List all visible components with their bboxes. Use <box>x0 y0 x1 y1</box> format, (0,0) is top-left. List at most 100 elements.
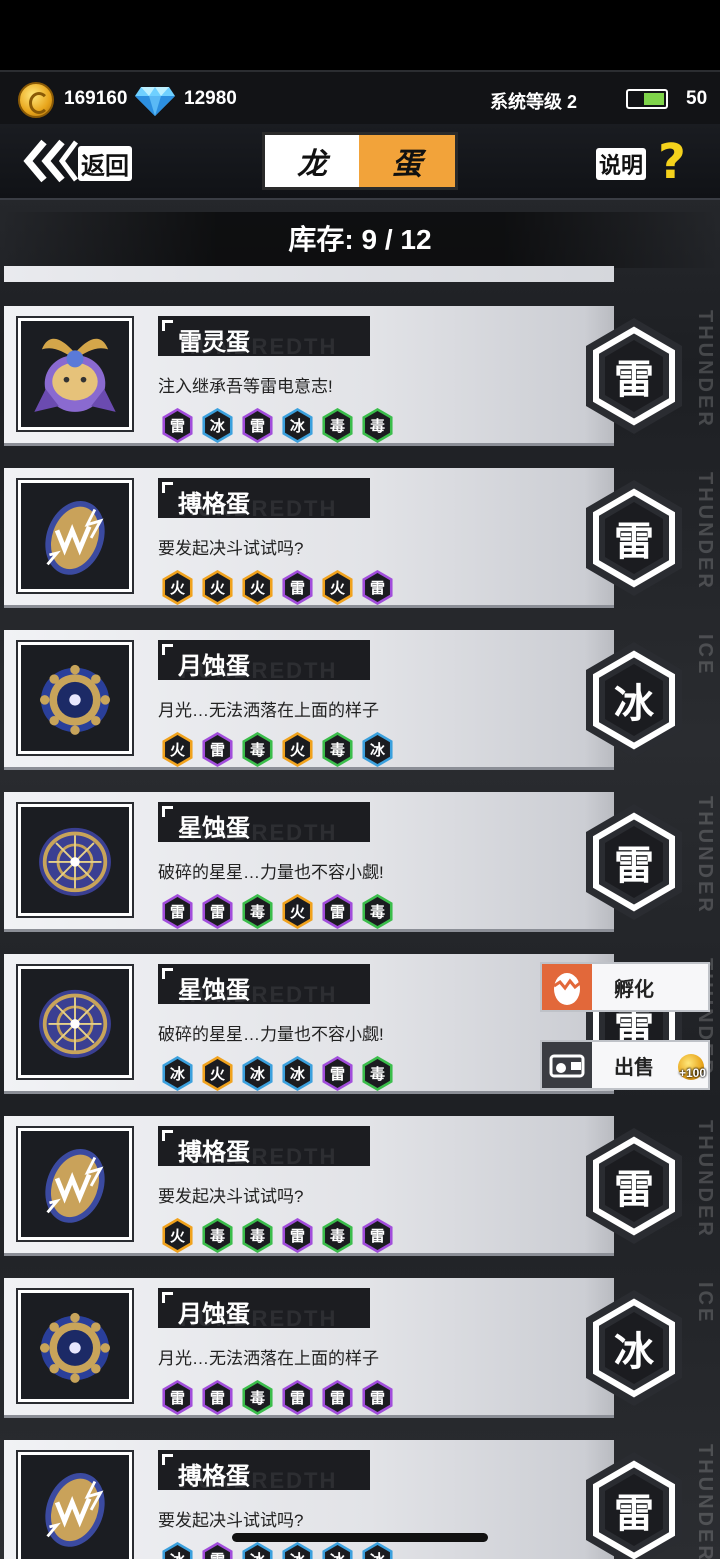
egg-description: 破碎的星星…力量也不容小觑! <box>158 1025 384 1044</box>
back-label: 返回 <box>78 146 132 181</box>
attribute-hex-icon: 雷 <box>362 1380 393 1415</box>
attribute-hex-icon: 毒 <box>322 408 353 443</box>
attribute-hex-icon: 冰 <box>162 1542 193 1559</box>
egg-portrait <box>16 964 134 1080</box>
egg-card[interactable]: HUNDREDTH 雷灵蛋 注入继承吾等雷电意志! 雷冰雷冰毒毒 雷 THUND… <box>4 306 716 446</box>
egg-description: 要发起决斗试试吗? <box>158 1511 304 1530</box>
egg-portrait <box>16 1288 134 1404</box>
sell-button[interactable]: 出售 +100 <box>540 1040 710 1090</box>
attribute-label: 毒 <box>369 1066 385 1083</box>
wallet-icon <box>542 1042 592 1088</box>
question-mark-icon: ? <box>658 134 686 190</box>
attribute-hex-icon: 雷 <box>362 570 393 605</box>
element-badge-icon: 雷 <box>582 802 686 922</box>
attribute-label: 火 <box>169 742 185 759</box>
attribute-hex-icon: 火 <box>282 732 313 767</box>
attribute-hex-icon: 火 <box>242 570 273 605</box>
attribute-label: 火 <box>209 580 225 597</box>
gem-count: 12980 <box>184 88 237 109</box>
attribute-row: 雷雷毒火雷毒 <box>160 894 395 929</box>
attribute-label: 雷 <box>210 1549 225 1559</box>
attribute-hex-icon: 毒 <box>202 1218 233 1253</box>
element-label: 雷 <box>614 358 654 402</box>
hatch-button[interactable]: 孵化 <box>540 962 710 1012</box>
attribute-hex-icon: 毒 <box>362 408 393 443</box>
attribute-row: 火毒毒雷毒雷 <box>160 1218 395 1253</box>
egg-portrait <box>16 478 134 594</box>
attribute-hex-icon: 毒 <box>322 732 353 767</box>
attribute-label: 火 <box>169 580 185 597</box>
egg-card[interactable]: HUNDREDTH 月蚀蛋 月光…无法洒落在上面的样子 雷 雷 毒 雷 雷 雷 冰 ICE <box>4 1278 716 1418</box>
coin-icon <box>18 82 54 118</box>
double-chevron-left-icon <box>23 139 78 183</box>
attribute-hex-icon: 冰 <box>362 732 393 767</box>
egg-description: 要发起决斗试试吗? <box>158 539 304 558</box>
element-badge-icon: 雷 <box>582 478 686 598</box>
attribute-label: 冰 <box>369 742 385 759</box>
list-item-partial <box>4 266 614 282</box>
home-indicator[interactable] <box>232 1533 488 1542</box>
element-side-text: THUNDER <box>694 310 716 429</box>
egg-name: 星蚀蛋 <box>178 815 250 842</box>
element-label: 冰 <box>614 1330 654 1374</box>
attribute-label: 火 <box>249 580 265 597</box>
back-button[interactable]: 返回 <box>22 136 134 186</box>
diamond-icon <box>135 87 175 116</box>
attribute-label: 冰 <box>169 1066 185 1083</box>
attribute-label: 毒 <box>329 742 345 759</box>
attribute-label: 冰 <box>370 1549 385 1559</box>
element-side-text: THUNDER <box>694 796 716 915</box>
element-label: 雷 <box>614 520 654 564</box>
help-button[interactable]: 说明 ? <box>596 134 700 190</box>
attribute-hex-icon: 雷 <box>362 1218 393 1253</box>
name-plate: HUNDREDTH 雷灵蛋 <box>158 316 370 359</box>
attribute-hex-icon: 火 <box>282 894 313 929</box>
attribute-hex-icon: 火 <box>322 570 353 605</box>
attribute-hex-icon: 雷 <box>202 1380 233 1415</box>
attribute-label: 冰 <box>170 1549 185 1559</box>
title-left: 龙 <box>265 135 359 187</box>
attribute-hex-icon: 雷 <box>202 732 233 767</box>
element-label: 雷 <box>614 1492 654 1536</box>
attribute-label: 雷 <box>209 904 225 921</box>
egg-card[interactable]: HUNDREDTH 星蚀蛋 破碎的星星…力量也不容小觑! 雷雷毒火雷毒 雷 TH… <box>4 792 716 932</box>
attribute-label: 火 <box>289 904 305 921</box>
element-side-text: THUNDER <box>694 1120 716 1239</box>
egg-name: 星蚀蛋 <box>178 977 250 1004</box>
attribute-hex-icon: 毒 <box>362 1056 393 1091</box>
attribute-row: 火火火雷火雷 <box>160 570 395 605</box>
element-side-text: THUNDER <box>694 472 716 591</box>
attribute-label: 毒 <box>249 1390 265 1407</box>
egg-card[interactable]: HUNDREDTH 搏格蛋 要发起决斗试试吗? 火毒毒雷毒雷 雷 THUNDER <box>4 1116 716 1256</box>
page-title: 龙 蛋 <box>262 132 458 190</box>
attribute-hex-icon: 雷 <box>202 1542 233 1559</box>
attribute-label: 冰 <box>250 1549 265 1559</box>
name-plate: HUNDREDTH 搏格蛋 <box>158 1450 370 1493</box>
egg-list[interactable]: HUNDREDTH 雷灵蛋 注入继承吾等雷电意志! 雷冰雷冰毒毒 雷 THUND… <box>0 266 720 1559</box>
element-label: 雷 <box>614 1168 654 1212</box>
attribute-hex-icon: 雷 <box>322 894 353 929</box>
egg-card[interactable]: HUNDREDTH 月蚀蛋 月光…无法洒落在上面的样子 火 雷 毒 火 毒 冰 冰 ICE <box>4 630 716 770</box>
egg-portrait <box>16 1126 134 1242</box>
attribute-hex-icon: 毒 <box>322 1218 353 1253</box>
egg-description: 月光…无法洒落在上面的样子 <box>158 1349 379 1368</box>
attribute-hex-icon: 冰 <box>282 408 313 443</box>
element-side-text: ICE <box>694 634 716 677</box>
attribute-hex-icon: 冰 <box>242 1542 273 1559</box>
attribute-hex-icon: 冰 <box>242 1056 273 1091</box>
egg-portrait <box>16 316 134 432</box>
attribute-label: 冰 <box>249 1066 265 1083</box>
attribute-label: 毒 <box>329 1228 345 1245</box>
element-badge-icon: 冰 <box>582 1288 686 1408</box>
attribute-label: 冰 <box>290 1549 305 1559</box>
attribute-label: 毒 <box>209 1228 225 1245</box>
attribute-hex-icon: 火 <box>162 1218 193 1253</box>
egg-hatch-icon <box>542 964 592 1010</box>
name-plate: HUNDREDTH 月蚀蛋 <box>158 1288 370 1331</box>
egg-card[interactable]: HUNDREDTH 搏格蛋 要发起决斗试试吗? 火火火雷火雷 雷 THUNDER <box>4 468 716 608</box>
status-bar <box>0 0 720 70</box>
attribute-label: 雷 <box>249 418 265 435</box>
system-level: 系统等级 2 <box>490 92 578 112</box>
attribute-label: 毒 <box>369 418 385 435</box>
element-side-text: THUNDER <box>694 1444 716 1559</box>
